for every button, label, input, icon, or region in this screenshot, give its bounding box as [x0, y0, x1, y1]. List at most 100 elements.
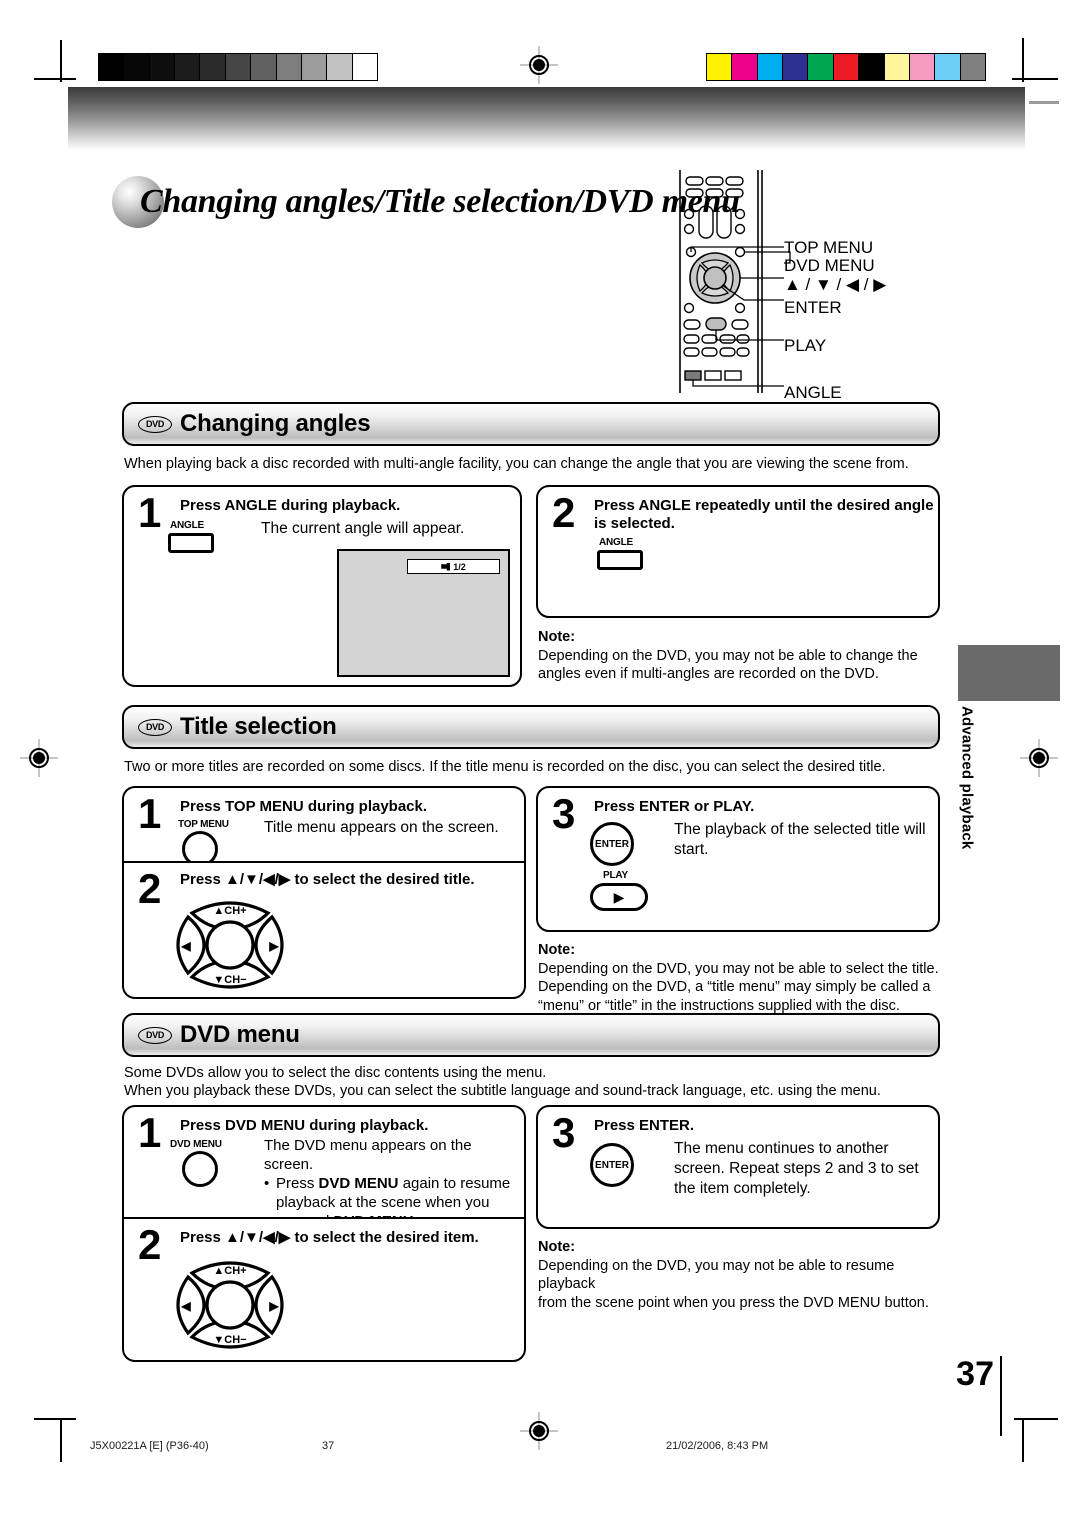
angle-button-icon	[168, 533, 214, 553]
intro-line: Some DVDs allow you to select the disc c…	[124, 1065, 547, 1081]
page-title-block: Changing angles/Title selection/DVD menu	[112, 176, 740, 228]
angle-button-on-remote	[684, 370, 702, 381]
dvd-menu-button-icon	[182, 1151, 218, 1187]
crop-mark-bottom-left-h	[34, 1418, 76, 1420]
callout-top-menu: TOP MENU	[784, 238, 874, 257]
step-heading: Press ▲/▼/◀/▶ to select the desired titl…	[180, 871, 475, 888]
dvd-badge-icon: DVD	[138, 415, 172, 433]
dvd-badge-icon: DVD	[138, 718, 172, 736]
tv-screen-mock: 1/2	[337, 549, 510, 677]
note-line: Depending on the DVD, you may not be abl…	[538, 1257, 895, 1293]
note-title: Note:	[538, 942, 576, 958]
step-body-line: The menu continues to another	[674, 1140, 889, 1157]
crop-mark-top-left-h	[34, 78, 76, 80]
gray-swatch	[352, 54, 377, 80]
step-box-dvdmenu-2: 2 Press ▲/▼/◀/▶ to select the desired it…	[122, 1217, 526, 1362]
footer-timestamp: 21/02/2006, 8:43 PM	[666, 1440, 769, 1452]
crop-mark-bottom-right-v	[1022, 1418, 1024, 1462]
dvd-menu-button-label: DVD MENU	[170, 1139, 222, 1150]
footer-doc-id: J5X00221A [E] (P36-40)	[90, 1440, 209, 1452]
note-dvd-menu: Note: Depending on the DVD, you may not …	[538, 1238, 948, 1312]
side-tab-advanced-playback: Advanced playback	[952, 706, 982, 936]
svg-text:▼CH−: ▼CH−	[213, 974, 246, 986]
color-swatch	[833, 54, 860, 80]
registration-mark-bottom	[526, 1418, 552, 1444]
note-title-selection: Note: Depending on the DVD, you may not …	[538, 941, 948, 1015]
color-swatch	[935, 54, 961, 80]
step-heading: Press ANGLE during playback.	[180, 497, 401, 514]
angle-button-icon	[597, 550, 643, 570]
svg-text:◀: ◀	[180, 1299, 191, 1313]
side-tab-block	[958, 645, 1060, 701]
step-heading: Press ENTER or PLAY.	[594, 798, 755, 815]
gray-swatch	[327, 54, 353, 80]
play-button-on-remote	[705, 317, 727, 331]
step-number: 1	[138, 1109, 162, 1156]
side-tab-label: Advanced playback	[958, 706, 976, 850]
section-title-title-selection: Title selection	[180, 713, 337, 740]
registration-mark-top	[526, 52, 552, 78]
step-number: 1	[138, 489, 162, 536]
color-swatch	[909, 54, 936, 80]
svg-text:◀: ◀	[180, 939, 191, 953]
svg-text:▼CH−: ▼CH−	[213, 1334, 246, 1346]
section-header-dvd-menu: DVD DVD menu	[122, 1013, 940, 1057]
gray-swatch	[99, 54, 125, 80]
step-number: 3	[552, 790, 576, 837]
gray-swatch	[175, 54, 201, 80]
section-title-changing-angles: Changing angles	[180, 410, 371, 437]
intro-dvd-menu: Some DVDs allow you to select the disc c…	[124, 1064, 942, 1100]
callout-arrows: ▲ / ▼ / ◀ / ▶	[784, 275, 887, 294]
bullet-dot: •	[264, 1175, 270, 1192]
callout-dvd-menu: DVD MENU	[784, 256, 875, 275]
step-heading: Press ANGLE repeatedly until the desired…	[594, 497, 934, 532]
color-swatch	[757, 54, 784, 80]
gray-swatch	[301, 54, 328, 80]
step-number: 2	[552, 489, 576, 536]
grayscale-calibration-bar	[98, 53, 378, 81]
angle-indicator-value: 1/2	[453, 561, 466, 572]
bullet-text: Press DVD MENU again to resume	[276, 1175, 511, 1192]
page-number: 37	[956, 1355, 994, 1393]
section-title-dvd-menu: DVD menu	[180, 1021, 300, 1048]
color-swatch	[859, 54, 885, 80]
color-swatch	[783, 54, 809, 80]
note-title: Note:	[538, 1239, 576, 1255]
gray-swatch	[200, 54, 226, 80]
direction-pad-icon: ▲CH+ ▼CH− ◀ ▶	[176, 901, 284, 989]
play-button-icon: ▶	[590, 883, 648, 911]
play-button-label: PLAY	[603, 870, 628, 881]
step-body-line: start.	[674, 841, 709, 858]
color-swatch	[808, 54, 834, 80]
step-body-line: The DVD menu appears on the screen.	[264, 1137, 472, 1173]
step-number: 1	[138, 790, 162, 837]
intro-changing-angles: When playing back a disc recorded with m…	[124, 456, 909, 472]
note-line: from the scene point when you press the …	[538, 1294, 929, 1311]
color-calibration-bar	[706, 53, 986, 81]
intro-title-selection: Two or more titles are recorded on some …	[124, 759, 886, 775]
callout-play: PLAY	[784, 336, 827, 355]
note-title: Note:	[538, 629, 576, 645]
gray-swatch	[225, 54, 252, 80]
angle-button-label: ANGLE	[599, 537, 634, 548]
crop-mark-bottom-right-h	[1014, 1418, 1058, 1420]
step-heading: Press DVD MENU during playback.	[180, 1117, 429, 1134]
step-number: 2	[138, 1221, 162, 1268]
crop-mark-top-right-h	[1012, 78, 1058, 80]
dvd-menu-button-on-remote	[734, 246, 746, 258]
section-header-changing-angles: DVD Changing angles	[122, 402, 940, 446]
step-body-line: the item completely.	[674, 1180, 811, 1197]
dvd-badge-icon: DVD	[138, 1026, 172, 1044]
note-line: Depending on the DVD, you may not be abl…	[538, 960, 939, 977]
registration-mark-right	[1026, 745, 1052, 771]
color-swatch	[732, 54, 758, 80]
gray-swatch	[251, 54, 277, 80]
direction-pad-icon: ▲CH+ ▼CH− ◀ ▶	[176, 1261, 284, 1349]
step-box-angles-2: 2 Press ANGLE repeatedly until the desir…	[536, 485, 940, 618]
svg-text:▲CH+: ▲CH+	[213, 905, 246, 917]
page-number-rule	[1000, 1356, 1002, 1436]
step-heading: Press ENTER.	[594, 1117, 695, 1134]
callout-angle: ANGLE	[784, 383, 842, 402]
crop-mark-top-right-v	[1022, 38, 1024, 82]
band-tick-mark	[1029, 101, 1059, 104]
